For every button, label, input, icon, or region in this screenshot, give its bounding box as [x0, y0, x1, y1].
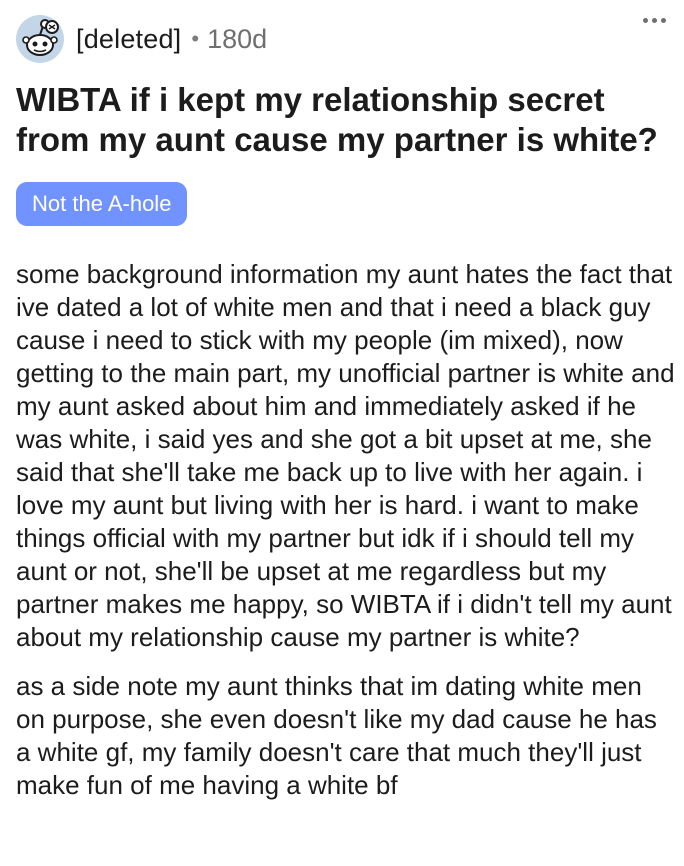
reddit-snoo-avatar-icon[interactable]	[16, 15, 64, 63]
more-dot	[652, 18, 657, 23]
more-dot	[661, 18, 666, 23]
post-age: 180d	[207, 23, 268, 54]
post-header: [deleted] • 180d	[16, 14, 668, 64]
post-body: some background information my aunt hate…	[16, 258, 676, 802]
more-dot	[643, 18, 648, 23]
more-options-icon[interactable]	[643, 18, 666, 23]
post-flair[interactable]: Not the A-hole	[16, 182, 188, 226]
post-paragraph: some background information my aunt hate…	[16, 259, 675, 652]
meta-separator: •	[191, 26, 200, 51]
post-author[interactable]: [deleted]	[76, 24, 181, 55]
post-paragraph: as a side note my aunt thinks that im da…	[16, 671, 657, 800]
post-title[interactable]: WIBTA if i kept my relationship secret f…	[16, 80, 676, 160]
